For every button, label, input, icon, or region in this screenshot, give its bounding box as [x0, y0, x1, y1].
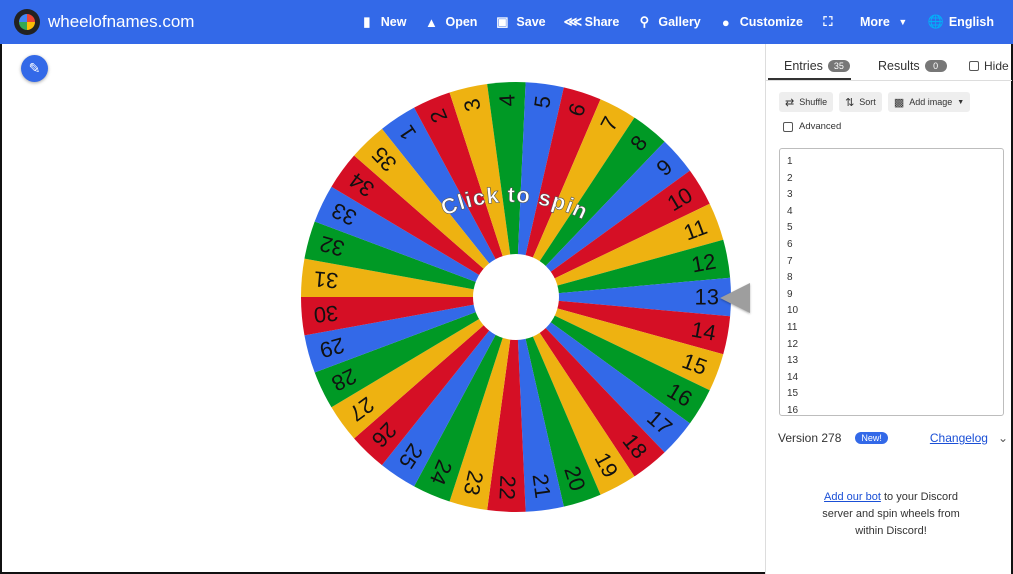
- discord-line-1: Add our bot to your Discord: [791, 489, 991, 506]
- fullscreen-icon: ⛶: [823, 14, 833, 29]
- sort-icon: ⇅: [845, 96, 855, 109]
- customize-label: Customize: [739, 15, 803, 29]
- wheel-slice-label: 31: [313, 266, 340, 293]
- entry-line: 16: [787, 404, 799, 416]
- entry-line: 13: [787, 355, 799, 367]
- hide-checkbox[interactable]: [969, 61, 979, 71]
- tabs-divider: [766, 80, 1012, 81]
- site-logo-icon[interactable]: [14, 9, 40, 35]
- wheel-slice-label: 21: [528, 472, 556, 500]
- advanced-toggle[interactable]: Advanced: [783, 121, 841, 132]
- entry-line: 10: [787, 305, 799, 317]
- image-icon: ▩: [893, 96, 905, 109]
- results-count-badge: 0: [924, 60, 947, 72]
- tab-entries[interactable]: Entries 35: [784, 59, 850, 73]
- more-label: More: [859, 15, 890, 29]
- entry-line: 5: [787, 222, 793, 234]
- new-label: New: [380, 15, 407, 29]
- version-label: Version 278: [778, 431, 842, 445]
- wheel-slice-label: 4: [494, 94, 520, 107]
- customize-button[interactable]: ● Customize: [710, 0, 812, 44]
- new-badge: New!: [855, 432, 888, 444]
- discord-line-2: server and spin wheels from: [822, 508, 960, 520]
- open-label: Open: [445, 15, 478, 29]
- wheel-slice-label: 22: [494, 475, 520, 501]
- add-image-label: Add image: [909, 97, 953, 107]
- tab-results[interactable]: Results 0: [878, 59, 947, 73]
- entry-line: 3: [787, 189, 793, 201]
- save-button[interactable]: ▣ Save: [486, 0, 554, 44]
- main-nav: ▮ New ▲ Open ▣ Save ⋘ Share ⚲ Gallery ● …: [351, 0, 1003, 44]
- save-icon: ▣: [496, 14, 509, 29]
- wheel-slice-label: 14: [689, 317, 718, 346]
- wheel-graphic[interactable]: 123 4 5 67891011121314151617181920212223242…: [300, 81, 732, 513]
- gallery-button[interactable]: ⚲ Gallery: [628, 0, 709, 44]
- shuffle-button[interactable]: ⇄ Shuffle: [779, 92, 834, 112]
- sidebar-tabs: Entries 35 Results 0 Hide: [766, 44, 1011, 80]
- advanced-label: Advanced: [799, 121, 842, 132]
- hide-toggle[interactable]: Hide: [969, 59, 1009, 73]
- entry-line: 9: [787, 288, 793, 300]
- hide-label: Hide: [984, 59, 1009, 73]
- add-bot-link[interactable]: Add our bot: [824, 491, 881, 503]
- entry-line: 1: [787, 156, 793, 167]
- globe-icon: 🌐: [927, 14, 945, 29]
- discord-promo: Add our bot to your Discord server and s…: [791, 489, 991, 540]
- discord-line-1-rest: to your Discord: [880, 491, 958, 503]
- entries-count-badge: 35: [827, 60, 850, 72]
- shuffle-icon: ⇄: [785, 96, 795, 109]
- more-menu-button[interactable]: More ▼: [851, 0, 919, 44]
- share-icon: ⋘: [563, 14, 583, 29]
- wheel-center-hub: [473, 254, 559, 340]
- language-button[interactable]: 🌐 English: [919, 0, 1003, 44]
- palette-icon: ●: [721, 14, 730, 30]
- changelog-link[interactable]: Changelog: [930, 431, 988, 445]
- folder-open-icon: ▲: [425, 14, 438, 30]
- entries-toolbar: ⇄ Shuffle ⇅ Sort ▩ Add image ▼: [779, 92, 971, 112]
- share-button[interactable]: ⋘ Share: [555, 0, 629, 44]
- entry-line: 7: [787, 255, 793, 267]
- entries-sidebar: Entries 35 Results 0 Hide ⇄ Shuffle ⇅ So…: [765, 44, 1012, 574]
- add-image-button[interactable]: ▩ Add image ▼: [887, 92, 971, 112]
- caret-down-icon: ▼: [957, 98, 965, 106]
- entry-line: 2: [787, 172, 793, 184]
- site-title[interactable]: wheelofnames.com: [48, 12, 194, 32]
- entry-line: 11: [787, 321, 798, 333]
- wheel-pointer: [720, 283, 750, 313]
- spin-wheel[interactable]: 1 2 3 4 5 6 7 8 9 10 11 12 13 14 15 16 17 18 19 20 21 22 23 24 2…: [300, 81, 732, 513]
- sort-button[interactable]: ⇅ Sort: [839, 92, 882, 112]
- tab-results-label: Results: [878, 59, 920, 73]
- version-row: Version 278 New! Changelog ⌄: [778, 429, 1008, 447]
- language-label: English: [948, 15, 994, 29]
- chevron-down-icon[interactable]: ⌄: [998, 431, 1008, 445]
- file-icon: ▮: [363, 14, 371, 29]
- wheel-slice-label: 30: [313, 301, 340, 328]
- save-label: Save: [516, 15, 546, 29]
- edit-wheel-button[interactable]: ✎: [21, 55, 48, 82]
- entry-line: 4: [787, 205, 793, 217]
- sort-label: Sort: [859, 97, 876, 107]
- tab-entries-label: Entries: [784, 59, 823, 73]
- entries-textarea[interactable]: 1 2 3 4 5 6 7 8 9 10 11 12 13 14 15 16: [779, 148, 1004, 416]
- open-button[interactable]: ▲ Open: [415, 0, 486, 44]
- fullscreen-button[interactable]: ⛶: [812, 0, 851, 44]
- top-app-bar: wheelofnames.com ▮ New ▲ Open ▣ Save ⋘ S…: [0, 0, 1013, 44]
- search-icon: ⚲: [639, 14, 650, 29]
- advanced-checkbox[interactable]: [783, 121, 793, 132]
- wheel-slice-label: 12: [689, 248, 718, 277]
- entry-line: 15: [787, 388, 799, 400]
- gallery-label: Gallery: [658, 15, 701, 29]
- share-label: Share: [584, 15, 620, 29]
- new-button[interactable]: ▮ New: [351, 0, 416, 44]
- wheel-slice-label: 13: [695, 285, 719, 310]
- pencil-icon: ✎: [28, 60, 41, 76]
- discord-line-3: within Discord!: [855, 525, 927, 537]
- caret-down-icon: ▼: [898, 17, 908, 27]
- entry-line: 8: [787, 272, 793, 284]
- entry-line: 14: [787, 371, 799, 383]
- entry-line: 6: [787, 238, 793, 250]
- entry-line: 12: [787, 338, 799, 350]
- shuffle-label: Shuffle: [799, 97, 828, 107]
